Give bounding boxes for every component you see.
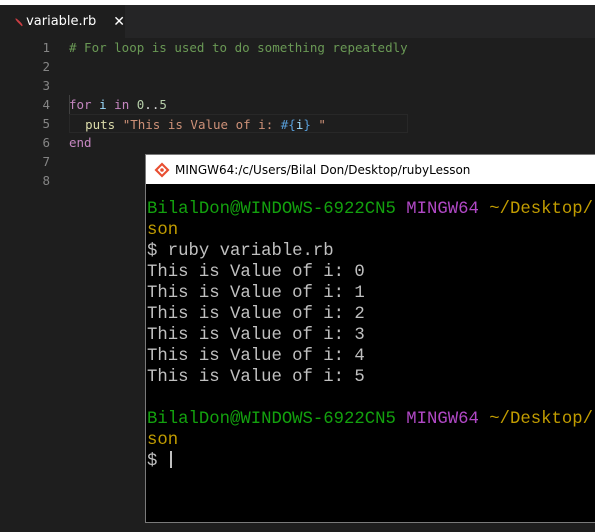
- prompt-line-wrap: son: [147, 430, 595, 451]
- prompt-host: MINGW64: [406, 200, 479, 219]
- string-start: "This is Value of i:: [122, 117, 281, 132]
- line-number: 7: [42, 154, 50, 169]
- tab-title: variable.rb: [26, 14, 97, 29]
- prompt-line: BilalDon@WINDOWS-6922CN5 MINGW64 ~/Deskt…: [147, 199, 595, 220]
- range-operator: ..: [144, 97, 160, 112]
- keyword-for: for: [69, 97, 92, 112]
- terminal-window[interactable]: MINGW64:/c/Users/Bilal Don/Desktop/rubyL…: [145, 154, 595, 523]
- prompt-path-wrap: son: [147, 431, 179, 450]
- loop-variable: i: [99, 97, 107, 112]
- line-number: 6: [42, 135, 50, 150]
- string-end: ": [310, 117, 326, 132]
- output-line: This is Value of i: 3: [147, 326, 365, 345]
- interpolation-open: #{: [280, 117, 296, 132]
- input-line[interactable]: $: [147, 451, 595, 472]
- prompt-path: ~/Desktop/rubyLes: [489, 200, 595, 219]
- keyword-in: in: [114, 97, 130, 112]
- line-number: 5: [42, 116, 50, 131]
- output-line: This is Value of i: 5: [147, 368, 365, 387]
- input-prompt: $: [147, 452, 168, 471]
- code-line-1: # For loop is used to do something repea…: [69, 38, 408, 57]
- output-line: This is Value of i: 2: [147, 305, 365, 324]
- line-number: 2: [42, 59, 50, 74]
- output-line: This is Value of i: 4: [147, 347, 365, 366]
- interpolation-close: }: [303, 117, 311, 132]
- command-line: $ ruby variable.rb: [147, 242, 334, 261]
- range-end: 5: [159, 97, 167, 112]
- code-line-4: for i in 0..5: [69, 95, 408, 114]
- output-line: This is Value of i: 0: [147, 263, 365, 282]
- line-number: 1: [42, 40, 50, 55]
- keyword-end: end: [69, 135, 92, 150]
- tab-variable-rb[interactable]: variable.rb ✕: [0, 5, 125, 38]
- prompt-path-wrap: son: [147, 221, 179, 240]
- close-icon[interactable]: ✕: [113, 14, 125, 30]
- code-line-6: end: [69, 133, 408, 152]
- editor-tab-bar: variable.rb ✕: [0, 5, 595, 38]
- prompt-path: ~/Desktop/rubyLes: [489, 410, 595, 429]
- prompt-line-wrap: son: [147, 220, 595, 241]
- line-number: 4: [42, 97, 50, 112]
- prompt-line: BilalDon@WINDOWS-6922CN5 MINGW64 ~/Deskt…: [147, 409, 595, 430]
- prompt-host: MINGW64: [406, 410, 479, 429]
- terminal-titlebar[interactable]: MINGW64:/c/Users/Bilal Don/Desktop/rubyL…: [146, 155, 595, 184]
- output-line: This is Value of i: 1: [147, 284, 365, 303]
- terminal-output[interactable]: BilalDon@WINDOWS-6922CN5 MINGW64 ~/Deskt…: [147, 199, 595, 472]
- git-bash-icon: [154, 162, 170, 177]
- comment-token: # For loop is used to do something repea…: [69, 40, 408, 55]
- text-cursor: [169, 451, 172, 468]
- prompt-user: BilalDon@WINDOWS-6922CN5: [147, 200, 396, 219]
- line-number-gutter: 1 2 3 4 5 6 7 8: [0, 38, 50, 190]
- code-line-5: puts "This is Value of i: #{i} ": [69, 114, 408, 133]
- line-number: 8: [42, 173, 50, 188]
- terminal-title: MINGW64:/c/Users/Bilal Don/Desktop/rubyL…: [175, 162, 471, 177]
- line-number: 3: [42, 78, 50, 93]
- puts-call: puts: [85, 117, 116, 132]
- prompt-user: BilalDon@WINDOWS-6922CN5: [147, 410, 396, 429]
- ruby-file-icon: [14, 17, 24, 26]
